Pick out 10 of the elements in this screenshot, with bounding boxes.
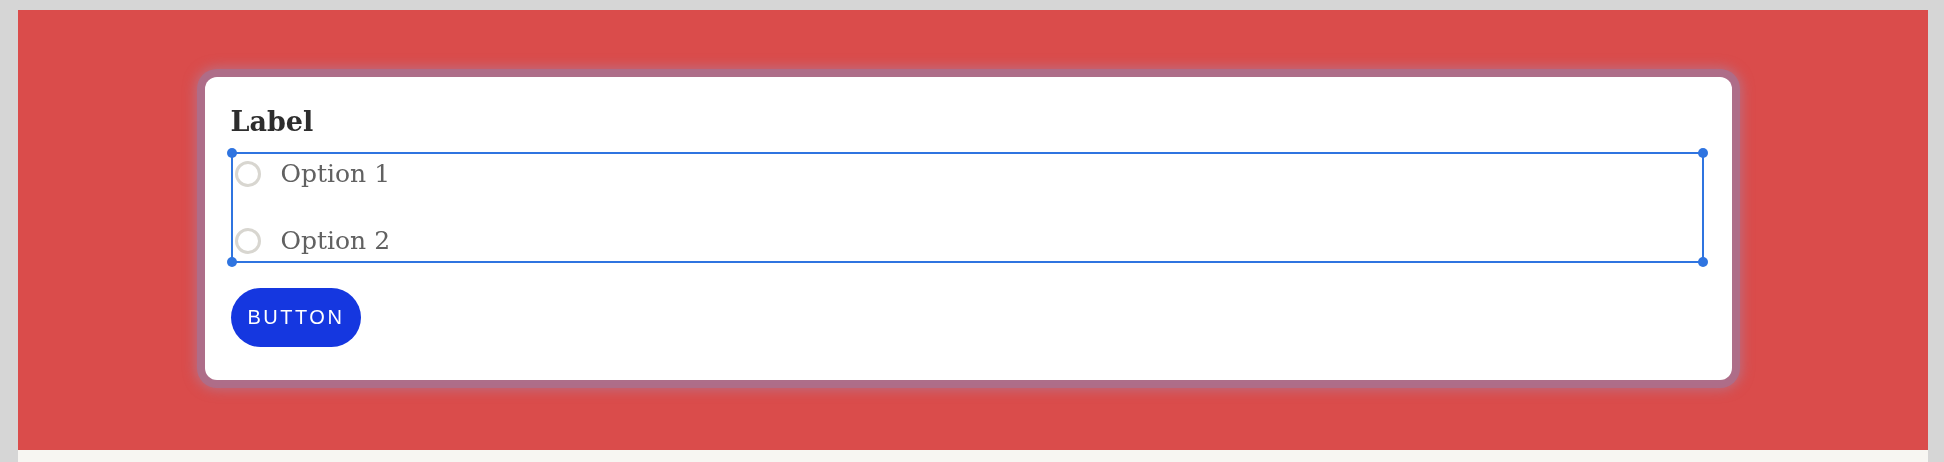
resize-handle[interactable] xyxy=(226,148,237,158)
resize-handle[interactable] xyxy=(1697,257,1708,267)
resize-handle[interactable] xyxy=(226,257,237,267)
resize-handle[interactable] xyxy=(1697,148,1708,158)
radio-button[interactable] xyxy=(234,228,261,254)
form-label: Label xyxy=(230,105,314,139)
radio-option[interactable]: Option 2 xyxy=(232,225,391,257)
radio-option[interactable]: Option 1 xyxy=(232,158,391,190)
submit-button[interactable]: BUTTON xyxy=(230,288,362,347)
radio-button[interactable] xyxy=(234,161,261,187)
